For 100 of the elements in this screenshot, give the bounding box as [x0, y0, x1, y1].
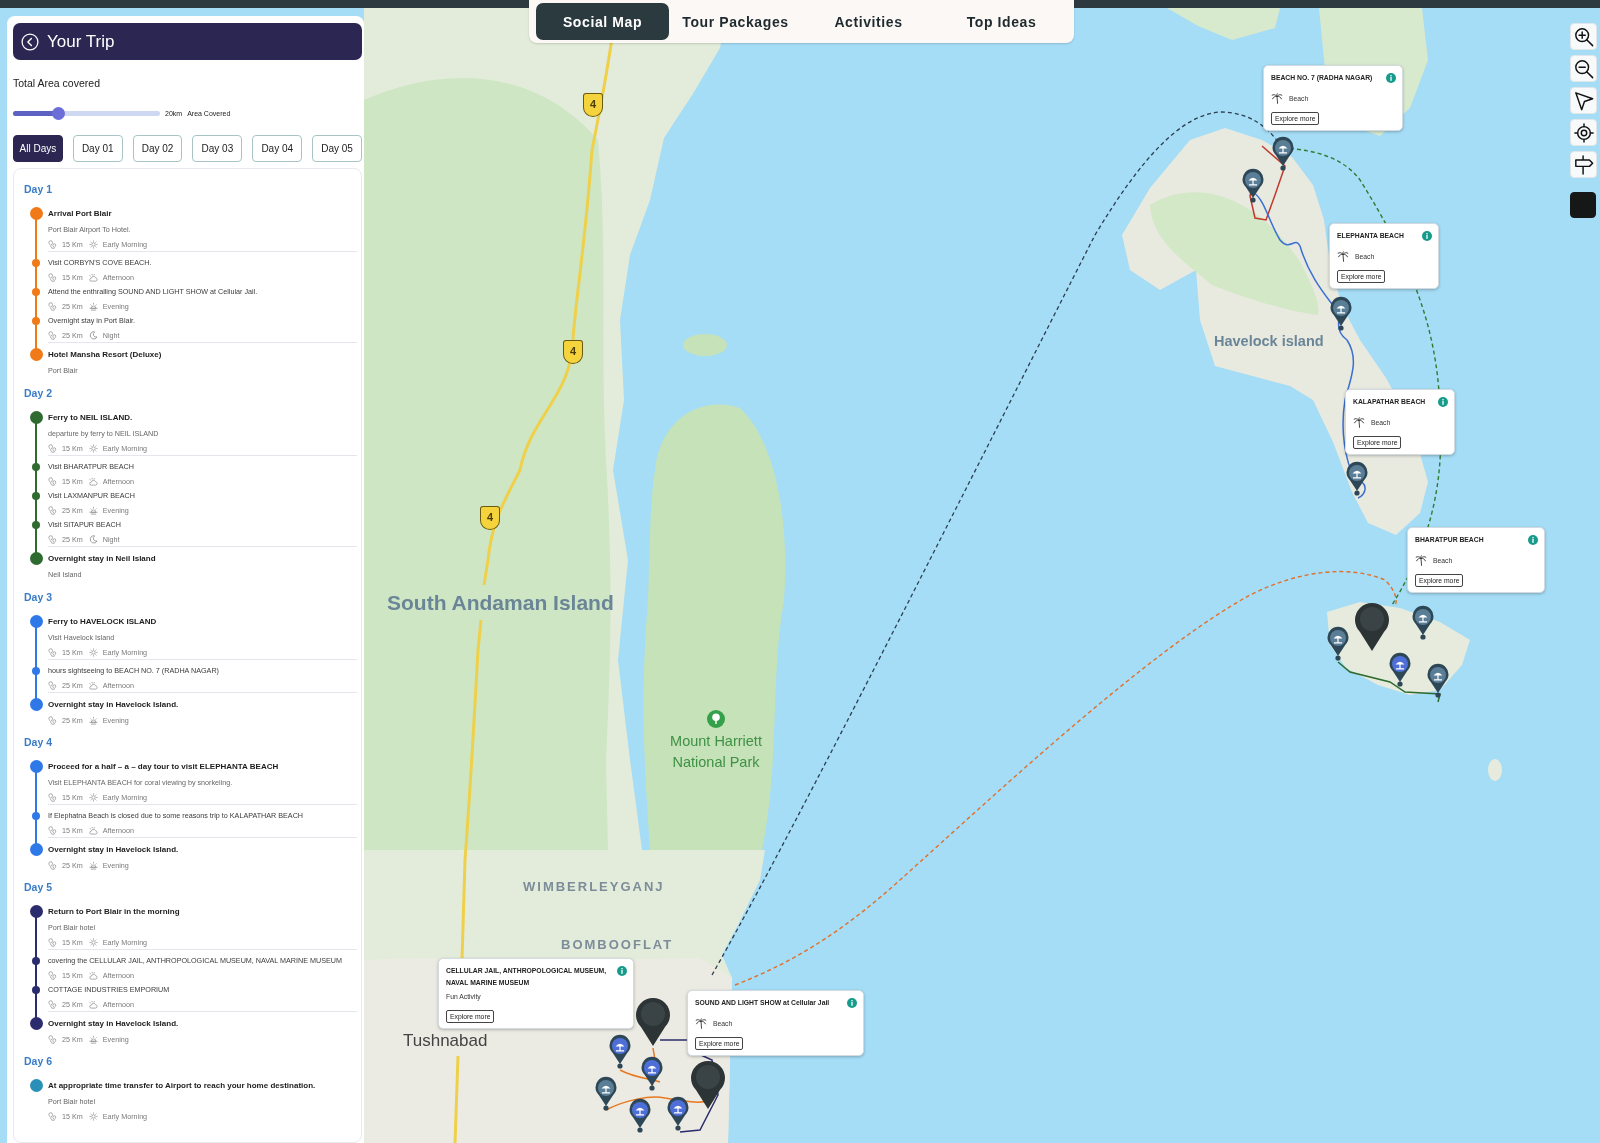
map-pin-icon[interactable]	[594, 1076, 618, 1111]
back-icon[interactable]	[21, 32, 39, 51]
day-heading: Day 6	[24, 1054, 54, 1069]
sunset-icon	[88, 505, 98, 515]
stop-title: Arrival Port Blair	[48, 208, 113, 220]
day-filter-button[interactable]: Day 01	[72, 135, 123, 162]
cloud-sun-icon	[88, 970, 98, 980]
cloud-sun-icon	[88, 680, 98, 690]
sunset-icon	[88, 860, 98, 870]
route-pins-icon	[48, 1111, 57, 1121]
map-pin-icon[interactable]	[635, 997, 671, 1047]
route-pins-icon	[48, 715, 57, 725]
route-pins-icon	[48, 239, 57, 249]
sun-icon	[88, 647, 98, 657]
map-style-button[interactable]	[1570, 192, 1596, 218]
map-pin-icon[interactable]	[1345, 461, 1369, 496]
panel-title: Your Trip	[47, 31, 115, 52]
day-filter-button[interactable]: Day 02	[132, 135, 183, 162]
map-label: Tushnabad	[403, 1031, 488, 1052]
zoom-out-icon	[1573, 58, 1594, 79]
signpost-icon	[1573, 154, 1594, 175]
info-icon[interactable]	[847, 998, 857, 1008]
stop-title: At appropriate time transfer to Airport to reach your home destination.	[48, 1080, 317, 1092]
moon-icon	[88, 330, 98, 340]
zoom-out-button[interactable]	[1570, 55, 1597, 82]
slider-thumb[interactable]	[52, 106, 66, 120]
stop-title: Overnight stay in Havelock Island.	[48, 699, 180, 711]
sunset-icon	[88, 301, 98, 311]
cloud-sun-icon	[88, 999, 98, 1009]
sun-icon	[88, 443, 98, 453]
stop-title: Overnight stay in Havelock Island.	[48, 1018, 180, 1030]
route-pins-icon	[48, 937, 57, 947]
palm-tree-icon	[1337, 251, 1349, 262]
map-pin-icon[interactable]	[640, 1056, 664, 1091]
route-pins-icon	[48, 476, 57, 486]
palm-tree-icon	[1271, 93, 1283, 104]
route-pins-icon	[48, 825, 57, 835]
day-heading: Day 4	[24, 735, 54, 750]
stop-title: Hotel Mansha Resort (Deluxe)	[48, 349, 163, 361]
palm-tree-icon	[695, 1018, 707, 1029]
nav-tab[interactable]: Social Map	[536, 3, 669, 40]
info-icon[interactable]	[1422, 231, 1432, 241]
stop-title: Ferry to HAVELOCK ISLAND	[48, 616, 158, 628]
map-pin-icon[interactable]	[666, 1096, 690, 1131]
route-pins-icon	[48, 970, 57, 980]
map-pin-icon[interactable]	[1411, 605, 1435, 640]
nav-tab[interactable]: Top Ideas	[935, 3, 1068, 40]
locate-button[interactable]	[1570, 119, 1597, 146]
day-filter-button[interactable]: Day 03	[192, 135, 243, 162]
navigation-arrow-icon	[1573, 90, 1594, 111]
stop-title: Return to Port Blair in the morning	[48, 906, 181, 918]
route-pins-icon	[48, 272, 57, 282]
map-label: Mount Harriett National Park	[669, 732, 763, 772]
map-pin-icon[interactable]	[1388, 652, 1412, 687]
nav-tab[interactable]: Tour Packages	[669, 3, 802, 40]
cloud-sun-icon	[88, 476, 98, 486]
info-icon[interactable]	[1386, 73, 1396, 83]
area-label: Total Area covered	[13, 76, 101, 90]
map-pin-icon[interactable]	[1326, 626, 1350, 661]
info-icon[interactable]	[1438, 397, 1448, 407]
islet-shape	[1488, 759, 1502, 781]
route-pins-icon	[48, 647, 57, 657]
day-filter-button[interactable]: All Days	[13, 135, 63, 162]
day-heading: Day 2	[24, 386, 54, 401]
route-pins-icon	[48, 534, 57, 544]
map-pin-icon[interactable]	[690, 1060, 726, 1110]
day-heading: Day 3	[24, 590, 54, 605]
day-filter-button[interactable]: Day 04	[252, 135, 303, 162]
map-pin-icon[interactable]	[1241, 168, 1265, 203]
day-filter-button[interactable]: Day 05	[312, 135, 362, 162]
route-pins-icon	[48, 443, 57, 453]
map-pin-icon[interactable]	[1426, 663, 1450, 698]
map-pin-icon[interactable]	[628, 1098, 652, 1133]
sun-icon	[88, 239, 98, 249]
route-pins-icon	[48, 330, 57, 340]
stop-title: Overnight stay in Neil Island	[48, 553, 157, 565]
map-pin-icon[interactable]	[1329, 296, 1353, 331]
nav-tab[interactable]: Activities	[802, 3, 935, 40]
map-pin-icon[interactable]	[608, 1034, 632, 1069]
map-label: Havelock island	[1214, 333, 1324, 351]
navigation-button[interactable]	[1570, 87, 1597, 114]
cloud-sun-icon	[88, 825, 98, 835]
map-pin-icon[interactable]	[1271, 136, 1295, 171]
palm-tree-icon	[1415, 555, 1427, 566]
moon-icon	[88, 534, 98, 544]
route-pins-icon	[48, 792, 57, 802]
map-pin-icon[interactable]	[1354, 602, 1390, 652]
islet-shape	[683, 334, 727, 356]
route-pins-icon	[48, 999, 57, 1009]
info-icon[interactable]	[617, 966, 627, 976]
map-label: BOMBOOFLAT	[561, 937, 674, 953]
sun-icon	[88, 792, 98, 802]
road-shield: 4	[563, 340, 583, 364]
route-pins-icon	[48, 860, 57, 870]
road-shield: 4	[480, 506, 500, 530]
day-heading: Day 5	[24, 880, 54, 895]
palm-tree-icon	[1353, 417, 1365, 428]
zoom-in-button[interactable]	[1570, 23, 1597, 50]
directions-button[interactable]	[1570, 151, 1597, 178]
info-icon[interactable]	[1528, 535, 1538, 545]
